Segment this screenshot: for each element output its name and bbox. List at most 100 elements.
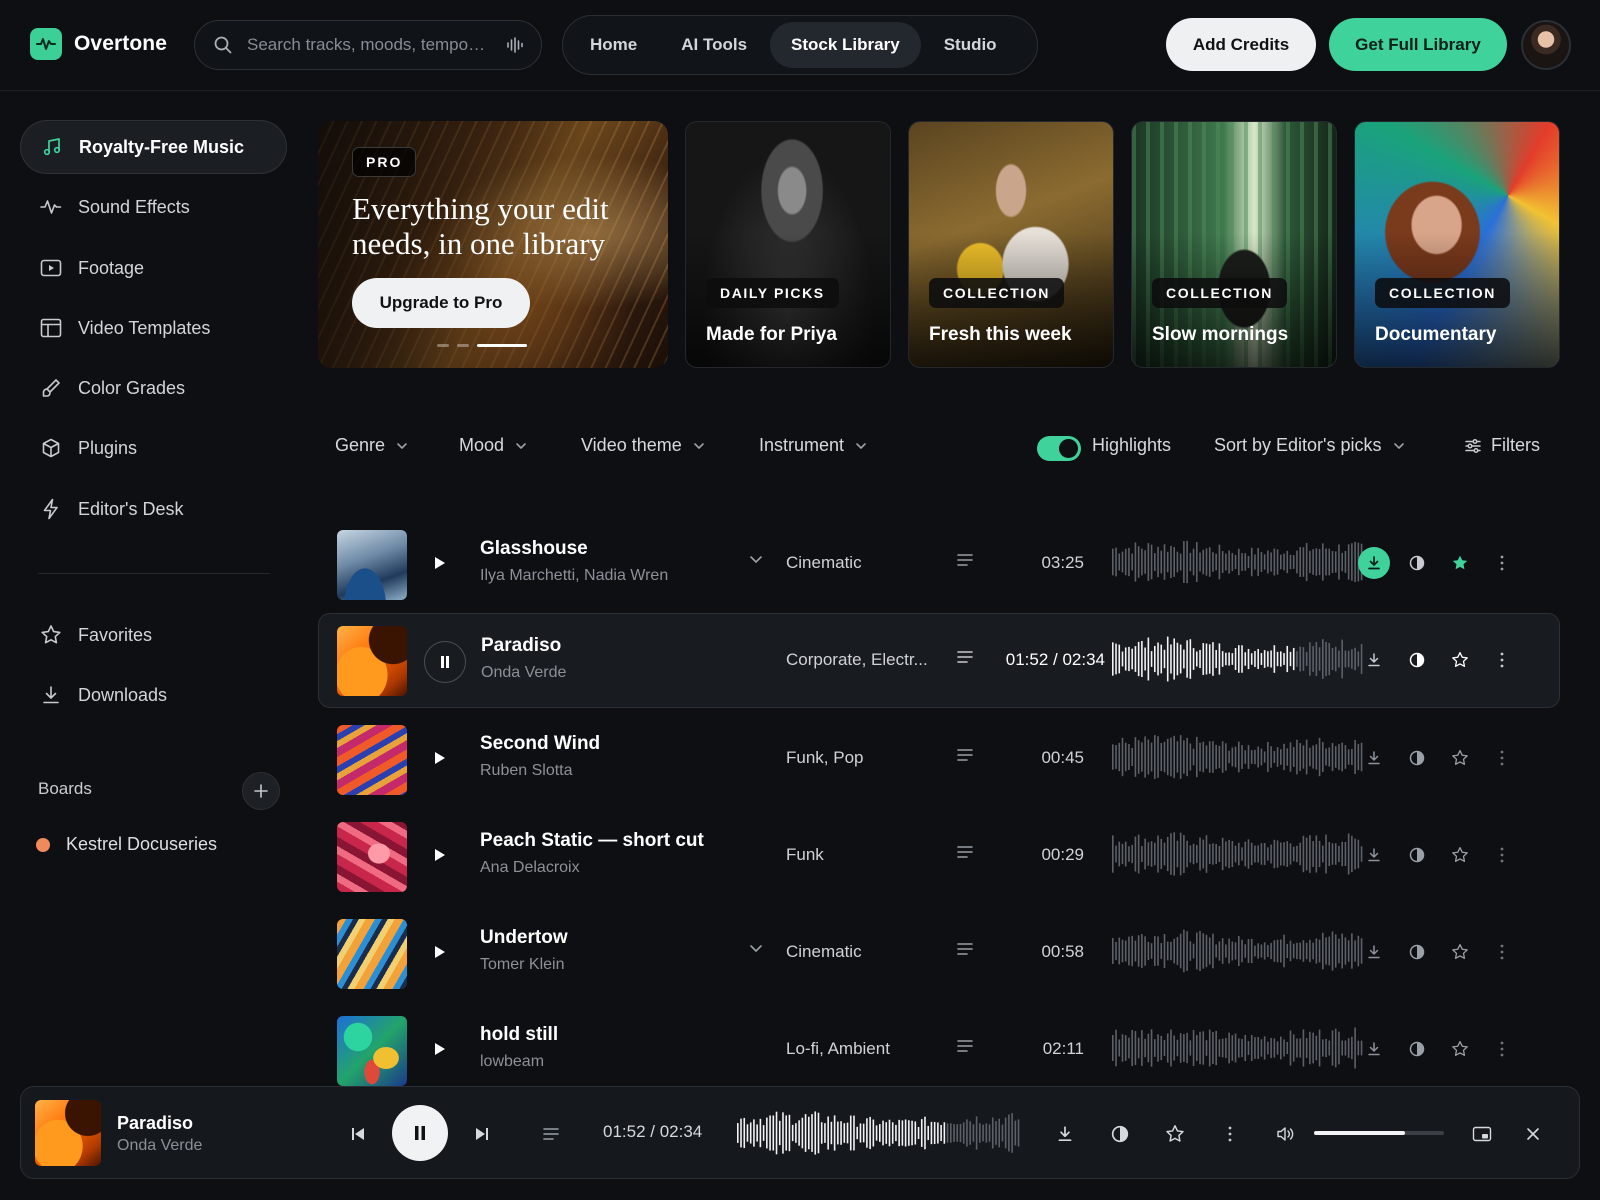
volume-icon[interactable]	[1271, 1120, 1299, 1148]
audio-search-icon[interactable]	[505, 35, 525, 55]
favorite-button[interactable]	[1161, 1120, 1189, 1148]
sidebar-item-footage[interactable]: Footage	[20, 241, 287, 295]
track-artist[interactable]: Ilya Marchetti, Nadia Wren	[480, 567, 668, 585]
get-full-library-button[interactable]: Get Full Library	[1329, 18, 1507, 71]
more-options-button[interactable]	[1486, 839, 1518, 871]
sidebar-item-plugins[interactable]: Plugins	[20, 421, 287, 475]
previous-track-button[interactable]	[344, 1121, 372, 1147]
genre-dropdown[interactable]: Genre	[335, 435, 409, 456]
play-button[interactable]	[424, 1033, 456, 1065]
expand-chevron-icon[interactable]	[748, 551, 764, 567]
track-genre[interactable]: Lo-fi, Ambient	[786, 1039, 890, 1059]
download-button[interactable]	[1358, 936, 1390, 968]
track-genre[interactable]: Funk	[786, 845, 824, 865]
volume-slider[interactable]	[1314, 1131, 1444, 1135]
track-row[interactable]: Peach Static — short cut Ana Delacroix F…	[318, 807, 1560, 902]
mood-dropdown[interactable]: Mood	[459, 435, 528, 456]
play-button[interactable]	[424, 547, 456, 579]
sidebar-item-royalty-free-music[interactable]: Royalty-Free Music	[20, 120, 287, 174]
favorite-button[interactable]	[1444, 547, 1476, 579]
sidebar-item-downloads[interactable]: Downloads	[20, 668, 287, 722]
more-options-button[interactable]	[1486, 742, 1518, 774]
similar-tracks-button[interactable]	[1401, 839, 1433, 871]
more-options-button[interactable]	[1486, 547, 1518, 579]
nav-ai-tools[interactable]: AI Tools	[660, 22, 768, 68]
track-waveform[interactable]	[1112, 926, 1364, 976]
track-row[interactable]: Glasshouse Ilya Marchetti, Nadia Wren Ci…	[318, 515, 1560, 610]
sidebar-item-sound-effects[interactable]: Sound Effects	[20, 180, 287, 234]
favorite-button[interactable]	[1444, 1033, 1476, 1065]
now-playing-artist[interactable]: Onda Verde	[117, 1137, 202, 1155]
carousel-dot-active[interactable]	[477, 344, 527, 347]
similar-tracks-button[interactable]	[1401, 742, 1433, 774]
more-options-button[interactable]	[1486, 936, 1518, 968]
track-artist[interactable]: Onda Verde	[481, 664, 566, 682]
play-button[interactable]	[424, 839, 456, 871]
app-logo[interactable]: Overtone	[30, 28, 167, 60]
track-row[interactable]: hold still lowbeam Lo-fi, Ambient 02:11	[318, 1001, 1560, 1096]
filters-button[interactable]: Filters	[1465, 435, 1540, 456]
download-button[interactable]	[1358, 1033, 1390, 1065]
pause-button[interactable]	[424, 641, 466, 683]
lyrics-icon[interactable]	[956, 553, 974, 567]
track-waveform[interactable]	[1112, 829, 1364, 879]
sidebar-item-favorites[interactable]: Favorites	[20, 608, 287, 662]
lyrics-icon[interactable]	[956, 748, 974, 762]
mini-player-button[interactable]	[1468, 1120, 1496, 1148]
card-documentary[interactable]: COLLECTION Documentary	[1354, 121, 1560, 368]
track-genre[interactable]: Corporate, Electr...	[786, 650, 928, 670]
play-button[interactable]	[424, 936, 456, 968]
lyrics-icon[interactable]	[956, 845, 974, 859]
sidebar-item-video-templates[interactable]: Video Templates	[20, 301, 287, 355]
now-playing-waveform[interactable]	[737, 1108, 1021, 1158]
search-input[interactable]	[247, 35, 491, 55]
card-made-for-priya[interactable]: DAILY PICKS Made for Priya	[685, 121, 891, 368]
nav-stock-library[interactable]: Stock Library	[770, 22, 921, 68]
track-waveform[interactable]	[1112, 1023, 1364, 1073]
similar-tracks-button[interactable]	[1401, 936, 1433, 968]
more-options-button[interactable]	[1216, 1120, 1244, 1148]
download-button[interactable]	[1358, 547, 1390, 579]
track-genre[interactable]: Cinematic	[786, 553, 862, 573]
track-waveform[interactable]	[1112, 537, 1364, 587]
more-options-button[interactable]	[1486, 1033, 1518, 1065]
video-theme-dropdown[interactable]: Video theme	[581, 435, 706, 456]
search-box[interactable]	[194, 20, 542, 70]
track-row-playing[interactable]: Paradiso Onda Verde Corporate, Electr...…	[318, 613, 1560, 708]
lyrics-icon[interactable]	[956, 942, 974, 956]
favorite-button[interactable]	[1444, 936, 1476, 968]
lyrics-button[interactable]	[537, 1121, 565, 1147]
similar-tracks-button[interactable]	[1401, 1033, 1433, 1065]
next-track-button[interactable]	[468, 1121, 496, 1147]
lyrics-icon[interactable]	[956, 650, 974, 664]
carousel-dot[interactable]	[437, 344, 449, 347]
instrument-dropdown[interactable]: Instrument	[759, 435, 868, 456]
card-slow-mornings[interactable]: COLLECTION Slow mornings	[1131, 121, 1337, 368]
user-avatar[interactable]	[1521, 20, 1571, 70]
track-genre[interactable]: Cinematic	[786, 942, 862, 962]
highlights-toggle[interactable]	[1037, 436, 1081, 461]
favorite-button[interactable]	[1444, 839, 1476, 871]
download-button[interactable]	[1358, 742, 1390, 774]
track-artist[interactable]: Ruben Slotta	[480, 762, 573, 780]
track-waveform[interactable]	[1112, 634, 1364, 684]
track-artist[interactable]: lowbeam	[480, 1053, 544, 1071]
favorite-button[interactable]	[1444, 644, 1476, 676]
add-credits-button[interactable]: Add Credits	[1166, 18, 1316, 71]
track-genre[interactable]: Funk, Pop	[786, 748, 864, 768]
expand-chevron-icon[interactable]	[748, 940, 764, 956]
download-button[interactable]	[1051, 1120, 1079, 1148]
download-button[interactable]	[1358, 839, 1390, 871]
sort-dropdown[interactable]: Sort by Editor's picks	[1214, 435, 1406, 456]
carousel-dot[interactable]	[457, 344, 469, 347]
sidebar-item-color-grades[interactable]: Color Grades	[20, 361, 287, 415]
similar-tracks-button[interactable]	[1401, 547, 1433, 579]
carousel-indicator[interactable]	[437, 344, 527, 347]
track-artist[interactable]: Ana Delacroix	[480, 859, 580, 877]
nav-studio[interactable]: Studio	[923, 22, 1018, 68]
more-options-button[interactable]	[1486, 644, 1518, 676]
track-artist[interactable]: Tomer Klein	[480, 956, 564, 974]
lyrics-icon[interactable]	[956, 1039, 974, 1053]
favorite-button[interactable]	[1444, 742, 1476, 774]
download-button[interactable]	[1358, 644, 1390, 676]
